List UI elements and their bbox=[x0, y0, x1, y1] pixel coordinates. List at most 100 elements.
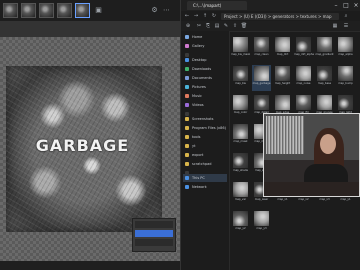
details-icon[interactable]: ☰ bbox=[342, 23, 350, 29]
file-item[interactable]: map_garbage bbox=[252, 65, 271, 91]
sidebar-item[interactable]: export bbox=[183, 151, 227, 159]
file-item[interactable]: map_y3 bbox=[252, 210, 271, 236]
folder-icon bbox=[185, 185, 189, 189]
file-thumbnail bbox=[233, 37, 248, 52]
file-name: map_bump bbox=[338, 82, 353, 85]
sidebar-item[interactable]: Videos bbox=[183, 101, 227, 109]
rename-icon[interactable]: ✎ bbox=[222, 23, 230, 29]
recent-file-thumbnail[interactable] bbox=[57, 3, 72, 18]
folder-icon bbox=[185, 126, 189, 130]
file-item[interactable]: map_height bbox=[273, 65, 292, 91]
delete-icon[interactable]: 🗑 bbox=[240, 23, 248, 29]
file-item[interactable]: map_clean bbox=[252, 36, 271, 62]
recent-file-thumbnail-active[interactable] bbox=[75, 3, 90, 18]
file-thumbnail bbox=[233, 124, 248, 139]
sidebar-item[interactable]: tools bbox=[183, 133, 227, 141]
layer-row[interactable] bbox=[135, 239, 173, 246]
sidebar-item[interactable]: Home bbox=[183, 33, 227, 41]
address-path: Project > (U) E ((D3)) > generators > te… bbox=[224, 14, 332, 19]
recent-file-thumbnail[interactable] bbox=[39, 3, 54, 18]
folder-icon bbox=[185, 58, 189, 62]
sidebar-item[interactable]: Program Files (x86) bbox=[183, 124, 227, 132]
sidebar-item[interactable]: Desktop bbox=[183, 56, 227, 64]
sidebar-item[interactable]: Pictures bbox=[183, 83, 227, 91]
file-item[interactable]: map_noise bbox=[294, 65, 313, 91]
streamer-face bbox=[320, 134, 336, 154]
acoustic-panel bbox=[266, 116, 304, 154]
file-name: map_x3 bbox=[319, 198, 330, 201]
file-item[interactable]: map_var bbox=[231, 181, 250, 207]
layer-row-selected[interactable] bbox=[135, 230, 173, 237]
file-name: map_y3 bbox=[256, 227, 267, 230]
file-name: map_var bbox=[234, 198, 247, 201]
close-icon[interactable]: × bbox=[351, 1, 360, 10]
settings-icon[interactable]: ⚙ bbox=[150, 6, 159, 15]
file-item[interactable]: map_bw bbox=[231, 65, 250, 91]
file-item[interactable]: map_alpha bbox=[336, 36, 355, 62]
file-item[interactable]: map_gradient bbox=[315, 36, 334, 62]
folder-icon bbox=[185, 103, 189, 107]
sidebar-item[interactable]: Documents bbox=[183, 74, 227, 82]
sidebar-item[interactable]: Music bbox=[183, 92, 227, 100]
cut-icon[interactable]: ✂ bbox=[195, 23, 203, 29]
file-thumbnail bbox=[275, 95, 290, 110]
up-arrow-icon[interactable]: ↑ bbox=[201, 13, 209, 19]
sidebar-item[interactable]: Network bbox=[183, 183, 227, 191]
file-name: map_dirt_alpha bbox=[294, 53, 314, 56]
file-thumbnail bbox=[338, 95, 353, 110]
folder-icon bbox=[185, 67, 189, 71]
folder-icon bbox=[185, 35, 189, 39]
explorer-tab[interactable]: C:\...\(mapart) bbox=[187, 1, 247, 10]
file-thumbnail bbox=[296, 95, 311, 110]
file-thumbnail bbox=[275, 37, 290, 52]
search-icon[interactable]: ⌕ bbox=[342, 13, 350, 19]
file-item[interactable]: map_bump bbox=[336, 65, 355, 91]
sidebar-item[interactable]: scratchpad bbox=[183, 160, 227, 168]
editor-status-bar bbox=[0, 261, 180, 270]
refresh-icon[interactable]: ↻ bbox=[210, 13, 218, 19]
address-bar[interactable]: Project > (U) E ((D3)) > generators > te… bbox=[221, 13, 339, 20]
sidebar-item[interactable]: Downloads bbox=[183, 65, 227, 73]
file-item[interactable]: map_shade bbox=[231, 152, 250, 178]
file-thumbnail bbox=[254, 66, 269, 81]
file-name: map_noise bbox=[296, 82, 311, 85]
file-thumbnail bbox=[254, 95, 269, 110]
file-thumbnail bbox=[254, 37, 269, 52]
recent-file-thumbnail[interactable] bbox=[21, 3, 36, 18]
file-item[interactable]: map_y2 bbox=[231, 210, 250, 236]
new-item-icon[interactable]: ⊕ bbox=[184, 23, 192, 29]
file-thumbnail bbox=[338, 66, 353, 81]
panel-icon[interactable]: ▣ bbox=[94, 6, 103, 15]
file-item[interactable]: map_dirt_alpha bbox=[294, 36, 314, 62]
explorer-navigation-bar: ← → ↑ ↻ Project > (U) E ((D3)) > generat… bbox=[181, 11, 360, 21]
recent-file-thumbnail[interactable] bbox=[3, 3, 18, 18]
layer-row[interactable] bbox=[135, 221, 173, 228]
forward-arrow-icon[interactable]: → bbox=[192, 13, 200, 19]
maximize-icon[interactable]: □ bbox=[341, 1, 351, 10]
more-icon[interactable]: ⋯ bbox=[162, 6, 171, 15]
minimize-icon[interactable]: – bbox=[331, 1, 341, 10]
sidebar-item[interactable]: Gallery bbox=[183, 42, 227, 50]
sidebar-item[interactable]: yt bbox=[183, 142, 227, 150]
file-item[interactable]: map_dirt bbox=[273, 36, 292, 62]
folder-icon bbox=[185, 162, 189, 166]
file-name: map_bw bbox=[235, 82, 246, 85]
file-item[interactable]: map_color bbox=[231, 94, 250, 120]
sidebar-item-label: scratchpad bbox=[192, 162, 212, 166]
copy-icon[interactable]: ⎘ bbox=[204, 23, 212, 29]
sidebar-item[interactable]: Screenshots bbox=[183, 115, 227, 123]
file-name: map_dirt bbox=[276, 53, 289, 56]
file-item[interactable]: map_mask bbox=[231, 123, 250, 149]
back-arrow-icon[interactable]: ← bbox=[183, 13, 191, 19]
file-item[interactable]: map_base bbox=[315, 65, 334, 91]
file-name: map_height bbox=[274, 82, 291, 85]
sidebar-item-label: Videos bbox=[192, 103, 204, 107]
sidebar-item-label: yt bbox=[192, 144, 196, 148]
share-icon[interactable]: ⇪ bbox=[231, 23, 239, 29]
desk bbox=[264, 182, 359, 196]
sidebar-item[interactable]: This PC bbox=[183, 174, 227, 182]
sidebar-item-label: Music bbox=[192, 94, 202, 98]
paste-icon[interactable]: ▤ bbox=[213, 23, 221, 29]
view-icon[interactable]: ▦ bbox=[331, 23, 339, 29]
file-item[interactable]: map_bw_mask bbox=[231, 36, 250, 62]
